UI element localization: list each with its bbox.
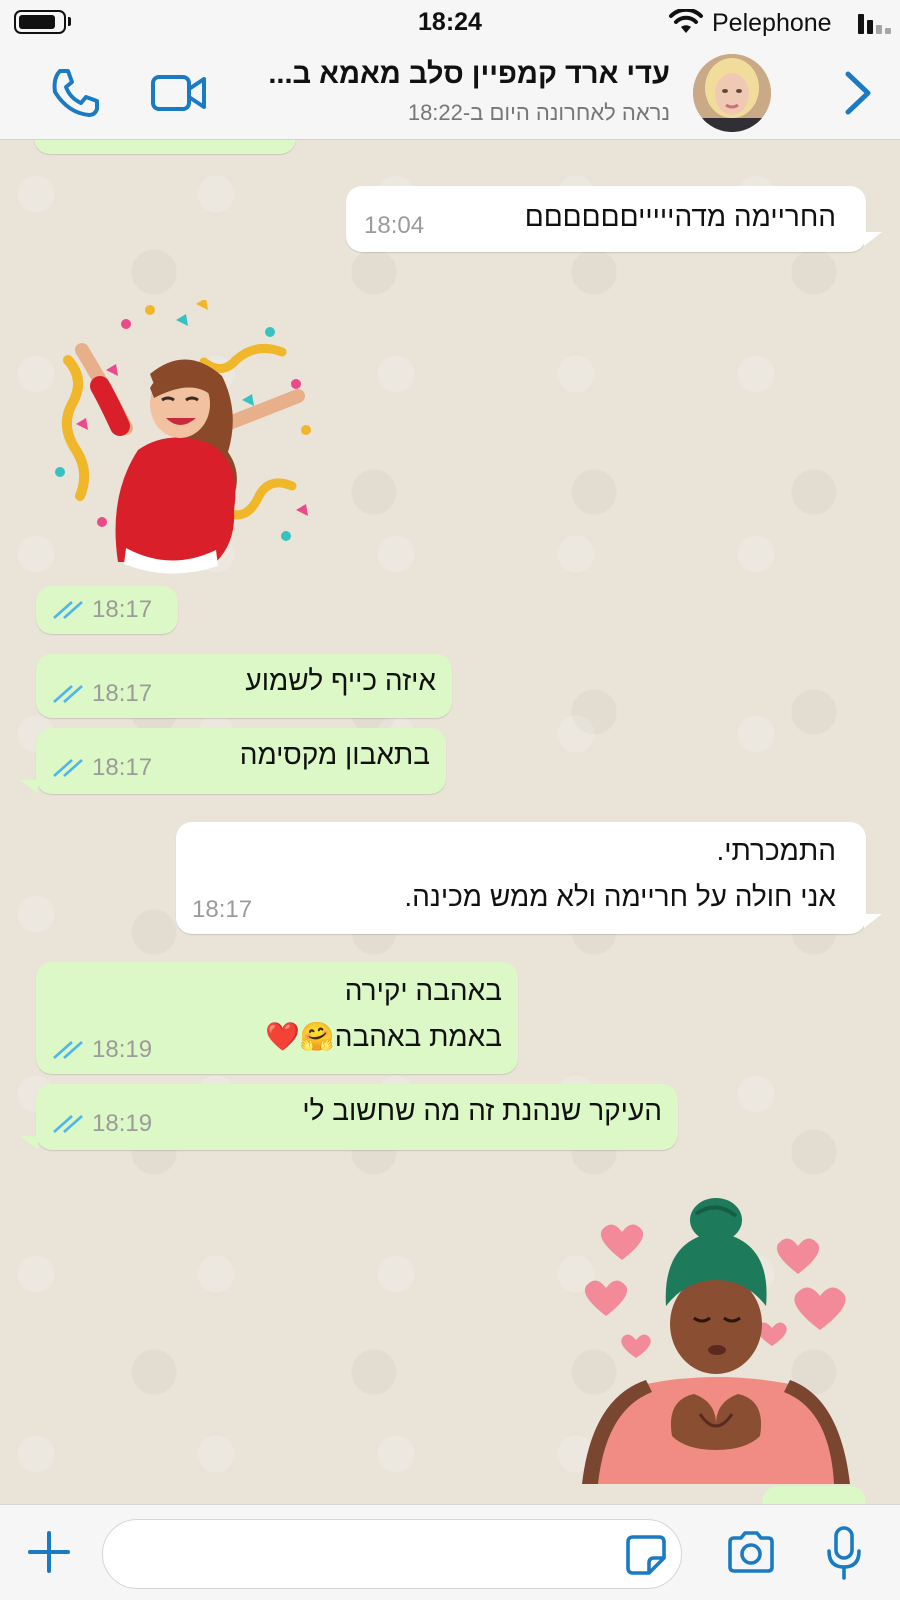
sticker-time-bubble: 18:17 xyxy=(36,586,178,634)
microphone-icon[interactable] xyxy=(826,1525,862,1581)
camera-icon[interactable] xyxy=(726,1530,776,1574)
message-time: 18:17 xyxy=(92,754,153,781)
message-text: החריימה מדהיייייםםםםםם xyxy=(524,201,836,232)
message-time: 18:04 xyxy=(364,212,425,239)
back-chevron-icon[interactable] xyxy=(838,66,878,120)
message-text: העיקר שנהנת זה מה שחשוב לי xyxy=(302,1095,662,1126)
bubble-tail xyxy=(20,780,38,794)
read-receipt-icon xyxy=(53,601,83,619)
message-time: 18:17 xyxy=(192,896,253,923)
message-time: 18:19 xyxy=(92,1110,153,1137)
bubble-tail xyxy=(864,914,882,928)
message-input[interactable] xyxy=(102,1519,682,1589)
read-receipt-icon xyxy=(53,685,83,703)
video-call-icon[interactable] xyxy=(150,68,208,118)
signal-icon xyxy=(858,12,892,34)
message-bubble-outgoing[interactable]: איזה כייף לשמוע 18:17 xyxy=(36,654,452,718)
sticker-woman-heart-hands[interactable] xyxy=(576,1188,860,1492)
plus-icon[interactable] xyxy=(26,1529,72,1575)
message-text: איזה כייף לשמוע xyxy=(245,665,436,696)
message-text-line1: באהבה יקירה xyxy=(344,975,502,1006)
message-input-bar xyxy=(0,1504,900,1600)
read-receipt-icon xyxy=(53,1115,83,1133)
message-bubble-outgoing[interactable]: העיקר שנהנת זה מה שחשוב לי 18:19 xyxy=(36,1084,678,1150)
last-seen-status: נראה לאחרונה היום ב-18:22 xyxy=(407,100,670,125)
message-bubble-outgoing[interactable]: בתאבון מקסימה 18:17 xyxy=(36,728,446,794)
sticker-icon[interactable] xyxy=(625,1534,667,1576)
message-time: 18:17 xyxy=(92,596,153,623)
contact-avatar[interactable] xyxy=(693,54,771,132)
bubble-tail xyxy=(864,232,882,246)
message-text: בתאבון מקסימה xyxy=(239,739,430,770)
read-receipt-icon xyxy=(53,759,83,777)
previous-message-bubble[interactable] xyxy=(34,140,296,154)
read-receipt-icon xyxy=(53,1041,83,1059)
wifi-icon xyxy=(669,9,703,33)
message-text-line2: אני חולה על חריימה ולא ממש מכינה. xyxy=(404,881,836,912)
phone-call-icon[interactable] xyxy=(50,66,100,118)
message-text-line1: התמכרתי. xyxy=(716,835,836,866)
chat-area[interactable]: החריימה מדהיייייםםםםםם 18:04 18:17 איזה … xyxy=(0,140,900,1504)
message-bubble-incoming[interactable]: החריימה מדהיייייםםםםםם 18:04 xyxy=(346,186,866,252)
message-bubble-incoming[interactable]: התמכרתי. אני חולה על חריימה ולא ממש מכינ… xyxy=(176,822,866,934)
message-text-line2: באמת באהבה🤗❤️ xyxy=(265,1021,502,1052)
chat-header: עדי ארד קמפיין סלב מאמא ב... נראה לאחרונ… xyxy=(0,46,900,140)
message-bubble-outgoing[interactable]: באהבה יקירה באמת באהבה🤗❤️ 18:19 xyxy=(36,962,518,1074)
sticker-woman-celebrating[interactable] xyxy=(46,298,332,576)
message-time: 18:19 xyxy=(92,1036,153,1063)
next-message-bubble[interactable] xyxy=(762,1486,866,1504)
contact-name[interactable]: עדי ארד קמפיין סלב מאמא ב... xyxy=(230,58,670,91)
status-bar: 18:24 Pelephone xyxy=(0,0,900,46)
carrier-name: Pelephone xyxy=(712,9,832,37)
bubble-tail xyxy=(20,1136,38,1150)
message-time: 18:17 xyxy=(92,680,153,707)
